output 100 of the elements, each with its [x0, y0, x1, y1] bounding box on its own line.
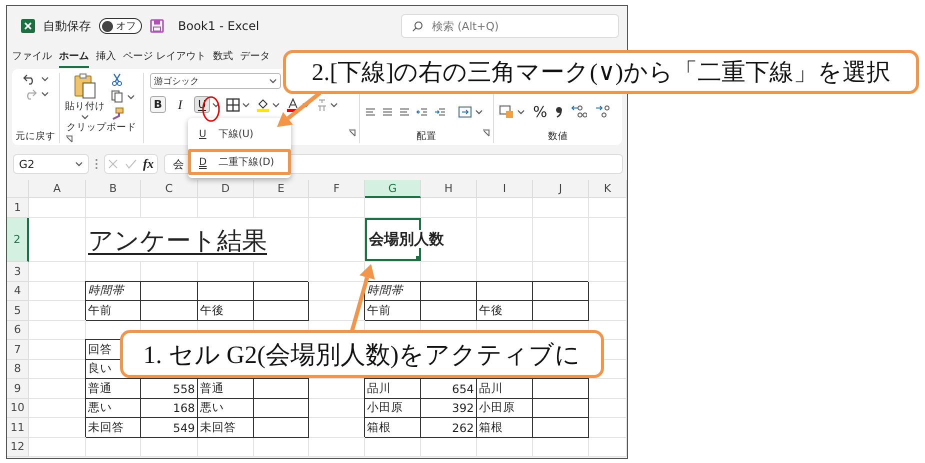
font-color-icon[interactable]	[286, 98, 300, 112]
caret-icon[interactable]	[302, 102, 310, 108]
row-header[interactable]: 11	[7, 418, 29, 438]
format-painter-icon[interactable]	[111, 107, 124, 120]
row-header[interactable]: 3	[7, 262, 29, 282]
copy-icon[interactable]	[111, 90, 123, 103]
insert-function-button[interactable]: fx	[142, 156, 154, 172]
autosave-toggle[interactable]: オフ	[99, 18, 142, 34]
column-header[interactable]: F	[309, 180, 365, 198]
number-format-icon[interactable]	[499, 105, 514, 118]
table-cell	[86, 198, 141, 218]
column-header[interactable]: K	[589, 180, 627, 198]
table-cell	[254, 282, 309, 301]
save-icon[interactable]	[150, 19, 164, 33]
align-icon[interactable]	[399, 106, 410, 118]
caret-icon[interactable]	[212, 102, 220, 108]
table-cell: 未回答	[86, 418, 141, 438]
caret-icon[interactable]	[40, 91, 48, 97]
align-icon[interactable]	[365, 106, 376, 118]
search-icon	[412, 21, 423, 32]
caret-icon[interactable]	[242, 102, 250, 108]
group-label: 数値	[548, 130, 568, 143]
column-header[interactable]: I	[477, 180, 533, 198]
table-cell: 午後	[198, 301, 254, 320]
table-cell	[29, 262, 86, 282]
table-cell	[254, 198, 309, 218]
check-icon[interactable]	[124, 159, 137, 169]
table-cell: 普通	[198, 379, 254, 398]
comma-style-icon[interactable]	[555, 106, 564, 118]
column-header[interactable]: D	[198, 180, 254, 198]
caret-icon[interactable]	[40, 76, 48, 82]
menu-tab[interactable]: 挿入	[96, 46, 116, 68]
row-header[interactable]: 7	[7, 340, 29, 360]
align-icon[interactable]	[382, 106, 393, 118]
increase-indent-icon[interactable]	[434, 106, 446, 118]
column-header[interactable]: B	[86, 180, 141, 198]
caret-icon[interactable]	[330, 102, 338, 108]
scissors-icon[interactable]	[111, 73, 123, 86]
table-cell: 箱根	[477, 418, 533, 438]
row-header[interactable]: 10	[7, 398, 29, 418]
fill-color-icon[interactable]	[256, 98, 270, 112]
row-header[interactable]: 4	[7, 282, 29, 301]
row-header[interactable]: 9	[7, 379, 29, 398]
row-header[interactable]: 5	[7, 301, 29, 320]
table-cell	[29, 438, 86, 457]
column-header[interactable]: E	[254, 180, 309, 198]
menu-item[interactable]: U 下線(U)	[188, 121, 291, 147]
dialog-launcher-icon[interactable]	[65, 135, 73, 143]
name-box[interactable]: G2	[13, 154, 89, 174]
table-cell	[533, 418, 589, 438]
table-cell	[533, 438, 589, 457]
table-cell	[589, 418, 627, 438]
menu-tab[interactable]: 数式	[213, 46, 234, 68]
column-header[interactable]: H	[421, 180, 477, 198]
column-header[interactable]: G	[365, 180, 421, 198]
table-cell: 普通	[86, 379, 141, 398]
table-cell	[589, 398, 627, 418]
caret-icon[interactable]	[81, 114, 89, 120]
dialog-launcher-icon[interactable]	[482, 129, 490, 137]
row-header[interactable]: 1	[7, 198, 29, 218]
bold-button[interactable]: B	[150, 96, 166, 113]
caret-icon[interactable]	[269, 78, 277, 84]
table-cell	[589, 282, 627, 301]
menu-tab[interactable]: ファイル	[12, 46, 52, 68]
table-cell	[421, 438, 477, 457]
caret-icon[interactable]	[127, 94, 135, 100]
column-header[interactable]: C	[141, 180, 198, 198]
caret-icon[interactable]	[517, 108, 525, 114]
caret-icon[interactable]	[272, 102, 280, 108]
caret-icon[interactable]	[475, 108, 483, 114]
caret-icon[interactable]	[75, 161, 83, 167]
percent-button[interactable]: %	[533, 102, 548, 120]
table-cell	[309, 198, 365, 218]
table-cell	[589, 379, 627, 398]
dialog-launcher-icon[interactable]	[348, 129, 356, 137]
menu-tab[interactable]: データ	[240, 46, 270, 68]
table-cell: 小田原	[477, 398, 533, 418]
paste-icon[interactable]	[73, 73, 97, 99]
font-name-field[interactable]: 游ゴシック	[150, 73, 281, 89]
table-cell: アンケート結果	[86, 218, 309, 262]
column-header[interactable]: J	[533, 180, 589, 198]
row-header[interactable]: 8	[7, 360, 29, 379]
increase-decimal-icon[interactable]	[571, 104, 588, 118]
row-header[interactable]: 6	[7, 320, 29, 340]
autosave-label: 自動保存	[43, 18, 91, 34]
row-header[interactable]: 12	[7, 438, 29, 457]
group-label: クリップボード	[66, 121, 136, 134]
paste-label[interactable]: 貼り付け	[65, 100, 105, 113]
borders-icon[interactable]	[226, 98, 240, 112]
decrease-indent-icon[interactable]	[416, 106, 428, 118]
decrease-decimal-icon[interactable]	[595, 104, 612, 118]
table-cell: 262	[421, 418, 477, 438]
column-header[interactable]: A	[29, 180, 86, 198]
search-field[interactable]: 検索 (Alt+Q)	[401, 14, 619, 38]
merge-cells-icon[interactable]	[458, 106, 472, 118]
menu-tab[interactable]: ページ レイアウト	[123, 46, 206, 68]
menu-item[interactable]: D 二重下線(D)	[188, 149, 291, 175]
table-cell	[198, 198, 254, 218]
italic-button[interactable]: I	[172, 96, 188, 113]
row-header[interactable]: 2	[7, 218, 29, 262]
